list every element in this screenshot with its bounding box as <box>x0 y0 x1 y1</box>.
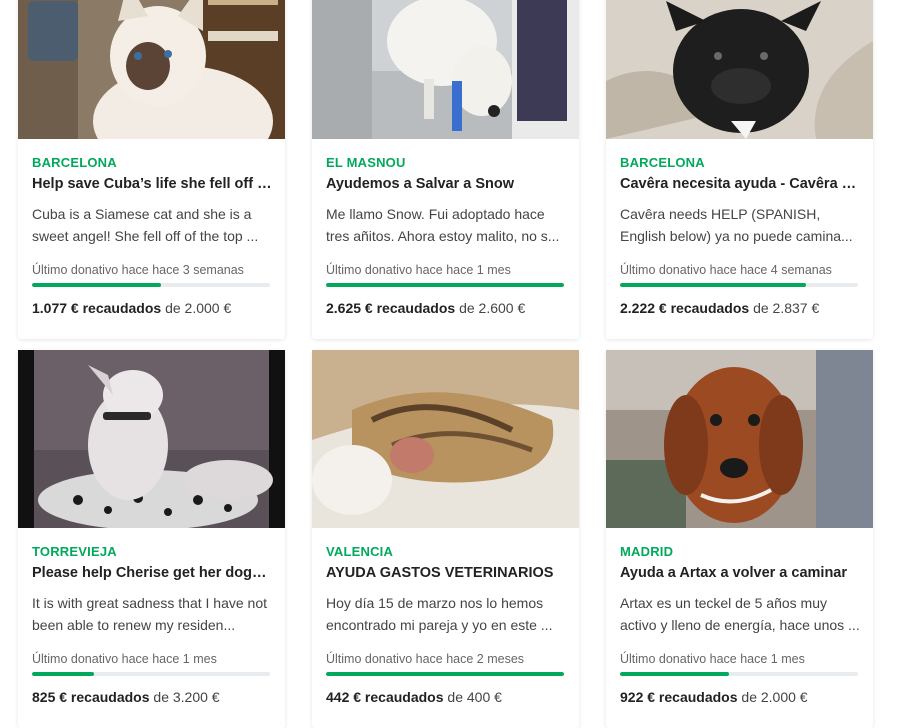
progress-bar <box>326 283 564 287</box>
card-description: Artax es un teckel de 5 años muy activo … <box>620 595 860 633</box>
progress-fill <box>326 672 564 676</box>
raised-summary: 825 € recaudados de 3.200 € <box>32 689 272 705</box>
campaign-image-injured-cat[interactable] <box>312 350 579 528</box>
raised-summary: 442 € recaudados de 400 € <box>326 689 566 705</box>
card-description: Me llamo Snow. Fui adoptado hace tres añ… <box>326 206 560 244</box>
last-donation-text: Último donativo hace hace 2 meses <box>326 652 525 666</box>
dachshund-photo-icon <box>606 350 873 528</box>
card-location: BARCELONA <box>620 155 705 170</box>
bulldog-photo-icon <box>606 0 873 139</box>
progress-fill <box>326 283 564 287</box>
card-description: Cavêra needs HELP (SPANISH, English belo… <box>620 206 853 244</box>
campaign-card[interactable]: MADRID Ayuda a Artax a volver a caminar … <box>606 350 873 728</box>
card-location: BARCELONA <box>32 155 117 170</box>
progress-bar <box>620 672 858 676</box>
last-donation-text: Último donativo hace hace 1 mes <box>620 652 805 666</box>
goal-text: de 3.200 € <box>153 689 220 705</box>
raised-summary: 1.077 € recaudados de 2.000 € <box>32 300 272 316</box>
dog-photo-icon <box>312 0 579 139</box>
card-title[interactable]: Please help Cherise get her dogs t... <box>32 565 272 581</box>
last-donation-text: Último donativo hace hace 1 mes <box>32 652 217 666</box>
campaign-card[interactable]: TORREVIEJA Please help Cherise get her d… <box>18 350 285 728</box>
raised-amount: 2.625 € recaudados <box>326 300 456 316</box>
progress-bar <box>620 283 858 287</box>
card-title[interactable]: Ayuda a Artax a volver a caminar <box>620 565 860 581</box>
campaign-card[interactable]: BARCELONA Help save Cuba’s life she fell… <box>18 0 285 339</box>
raised-summary: 2.222 € recaudados de 2.837 € <box>620 300 860 316</box>
card-description: It is with great sadness that I have not… <box>32 595 268 633</box>
card-title[interactable]: Help save Cuba’s life she fell off th... <box>32 176 272 192</box>
campaign-image-bulldog[interactable] <box>606 0 873 139</box>
card-title[interactable]: Cavêra necesita ayuda - Cavêra n... <box>620 176 860 192</box>
last-donation-text: Último donativo hace hace 3 semanas <box>32 263 244 277</box>
raised-amount: 825 € recaudados <box>32 689 150 705</box>
injured-cat-photo-icon <box>312 350 579 528</box>
goal-text: de 2.600 € <box>459 300 526 316</box>
progress-fill <box>32 672 94 676</box>
progress-fill <box>32 283 161 287</box>
card-description: Hoy día 15 de marzo nos lo hemos encontr… <box>326 595 553 633</box>
campaign-image-pitbull[interactable] <box>18 350 285 528</box>
campaign-card[interactable]: EL MASNOU Ayudemos a Salvar a Snow Me ll… <box>312 0 579 339</box>
goal-text: de 400 € <box>447 689 502 705</box>
card-title[interactable]: Ayudemos a Salvar a Snow <box>326 176 566 192</box>
raised-summary: 922 € recaudados de 2.000 € <box>620 689 860 705</box>
card-location: VALENCIA <box>326 544 394 559</box>
raised-summary: 2.625 € recaudados de 2.600 € <box>326 300 566 316</box>
last-donation-text: Último donativo hace hace 4 semanas <box>620 263 832 277</box>
card-location: EL MASNOU <box>326 155 406 170</box>
last-donation-text: Último donativo hace hace 1 mes <box>326 263 511 277</box>
progress-fill <box>620 283 806 287</box>
raised-amount: 2.222 € recaudados <box>620 300 750 316</box>
progress-bar <box>326 672 564 676</box>
goal-text: de 2.000 € <box>165 300 232 316</box>
campaign-image-cat[interactable] <box>18 0 285 139</box>
progress-bar <box>32 672 270 676</box>
progress-fill <box>620 672 730 676</box>
card-title[interactable]: AYUDA GASTOS VETERINARIOS <box>326 565 566 581</box>
campaign-card[interactable]: VALENCIA AYUDA GASTOS VETERINARIOS Hoy d… <box>312 350 579 728</box>
pitbull-photo-icon <box>18 350 285 528</box>
raised-amount: 1.077 € recaudados <box>32 300 162 316</box>
raised-amount: 922 € recaudados <box>620 689 738 705</box>
campaign-grid: BARCELONA Help save Cuba’s life she fell… <box>0 0 900 728</box>
campaign-image-dog[interactable] <box>312 0 579 139</box>
campaign-card[interactable]: BARCELONA Cavêra necesita ayuda - Cavêra… <box>606 0 873 339</box>
goal-text: de 2.000 € <box>741 689 808 705</box>
card-location: MADRID <box>620 544 674 559</box>
cat-photo-icon <box>18 0 285 139</box>
raised-amount: 442 € recaudados <box>326 689 444 705</box>
progress-bar <box>32 283 270 287</box>
goal-text: de 2.837 € <box>753 300 820 316</box>
campaign-image-dachshund[interactable] <box>606 350 873 528</box>
card-description: Cuba is a Siamese cat and she is a sweet… <box>32 206 259 244</box>
card-location: TORREVIEJA <box>32 544 117 559</box>
